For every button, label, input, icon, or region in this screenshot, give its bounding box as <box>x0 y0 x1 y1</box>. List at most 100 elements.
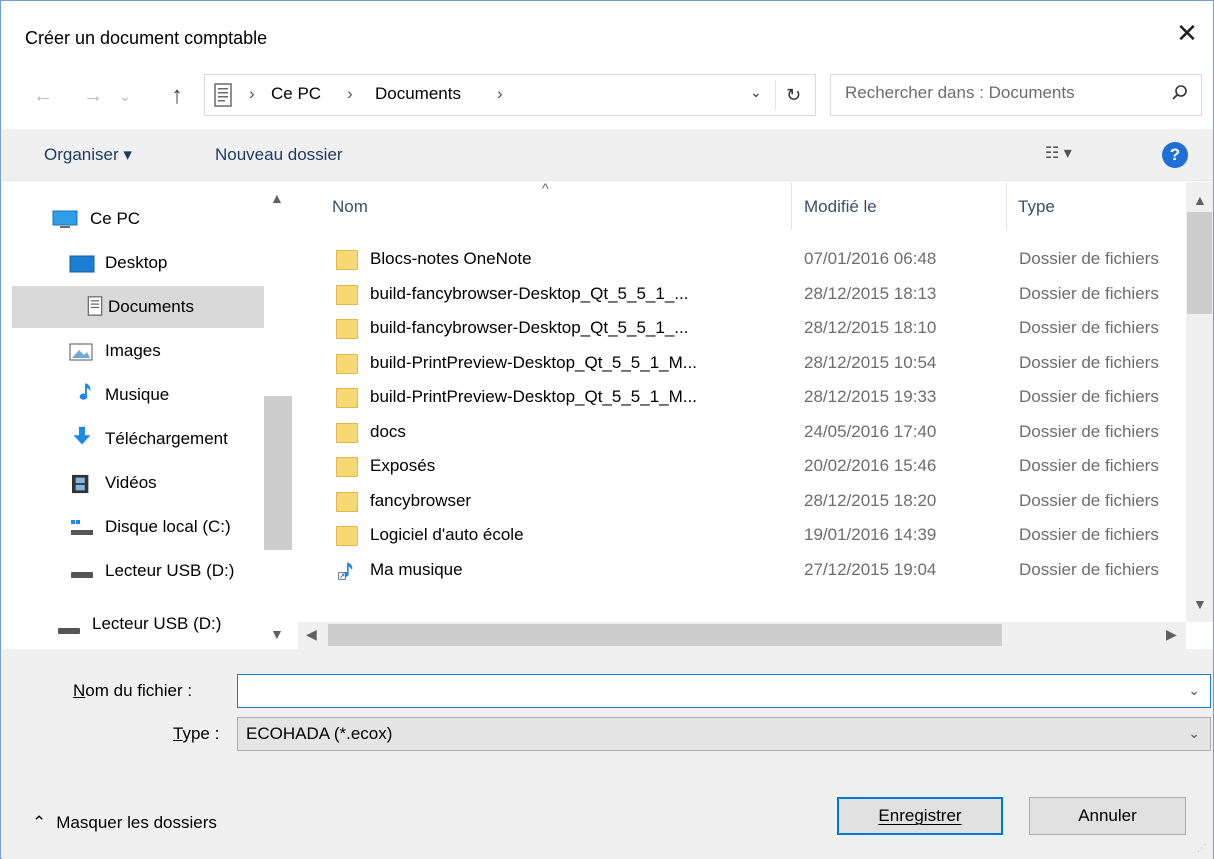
file-type: Dossier de fichiers <box>1019 387 1159 406</box>
up-arrow-icon[interactable]: ↑ <box>163 81 191 111</box>
close-icon[interactable]: ✕ <box>1169 15 1205 51</box>
folder-icon <box>336 457 358 477</box>
folder-icon <box>336 250 358 270</box>
sidebar-item-disque-local[interactable]: Disque local (C:) <box>12 506 264 548</box>
file-list-row[interactable]: build-PrintPreview-Desktop_Qt_5_5_1_M...… <box>328 347 1183 381</box>
file-name: build-fancybrowser-Desktop_Qt_5_5_1_... <box>370 283 689 303</box>
address-dropdown-icon[interactable]: ⌄ <box>750 84 762 101</box>
file-list-row[interactable]: build-fancybrowser-Desktop_Qt_5_5_1_... 2… <box>328 312 1183 346</box>
file-modified-date: 20/02/2016 15:46 <box>804 456 937 475</box>
file-list-row[interactable]: fancybrowser 28/12/2015 18:20 Dossier de f… <box>328 485 1183 519</box>
chevron-up-icon: ⌃ <box>32 813 47 832</box>
breadcrumb-separator: › <box>497 84 503 103</box>
scroll-down-icon[interactable]: ▼ <box>1193 596 1207 612</box>
sidebar-item-desktop[interactable]: Desktop <box>12 242 264 284</box>
column-divider[interactable] <box>791 182 792 230</box>
sidebar-item-documents[interactable]: Documents <box>12 286 264 328</box>
refresh-icon[interactable]: ↻ <box>775 80 811 110</box>
documents-icon <box>214 83 232 107</box>
scrollbar-thumb[interactable] <box>1187 212 1212 314</box>
file-list-row[interactable]: Blocs-notes OneNote 07/01/2016 06:48 Dossi… <box>328 243 1183 277</box>
sidebar-item-telechargement[interactable]: Téléchargement <box>12 418 264 460</box>
recent-locations-chevron-icon[interactable]: ⌄ <box>111 81 139 111</box>
sidebar-item-label: Desktop <box>105 253 168 272</box>
nav-pane-scrollbar[interactable]: ▲ ▼ <box>264 182 292 649</box>
file-modified-date: 28/12/2015 10:54 <box>804 352 937 372</box>
file-list-row[interactable]: build-PrintPreview-Desktop_Qt_5_5_1_M...… <box>328 381 1183 415</box>
help-icon[interactable]: ? <box>1162 142 1188 168</box>
scroll-left-icon[interactable]: ◀ <box>306 626 317 643</box>
file-list-row[interactable]: Logiciel d'auto école 19/01/2016 14:39 Dos… <box>328 519 1183 553</box>
scroll-right-icon[interactable]: ▶ <box>1166 626 1177 643</box>
file-type-select[interactable]: ECOHADA (*.ecox) ⌄ <box>237 717 1211 751</box>
column-header-type[interactable]: Type <box>1018 197 1055 217</box>
file-name: Exposés <box>370 456 436 475</box>
folder-icon <box>336 388 358 408</box>
sidebar-item-label: Vidéos <box>105 473 157 492</box>
file-type: Dossier de fichiers <box>1019 283 1159 303</box>
save-button-label: Enregistrer <box>878 806 962 825</box>
scroll-down-icon[interactable]: ▼ <box>270 626 284 642</box>
file-modified-date: 19/01/2016 14:39 <box>804 525 937 544</box>
music-icon <box>79 383 91 400</box>
file-list-horizontal-scrollbar[interactable]: ◀ ▶ <box>298 622 1186 649</box>
scrollbar-thumb[interactable] <box>264 396 292 550</box>
sidebar-item-musique[interactable]: Musique <box>12 374 264 416</box>
hide-folders-button[interactable]: ⌃ Masquer les dossiers <box>32 813 217 833</box>
search-input[interactable] <box>845 83 1145 103</box>
change-view-icon[interactable]: ☷ ▾ <box>1045 143 1115 167</box>
column-divider[interactable] <box>1006 182 1007 230</box>
folder-icon <box>336 491 358 512</box>
sidebar-item-images[interactable]: Images <box>12 330 264 372</box>
back-arrow-icon[interactable]: ← <box>29 81 57 111</box>
file-list-row[interactable]: docs 24/05/2016 17:40 Dossier de fichiers <box>328 416 1183 450</box>
chevron-down-icon[interactable]: ⌄ <box>1188 725 1200 742</box>
file-list-row[interactable]: build-fancybrowser-Desktop_Qt_5_5_1_... 2… <box>328 278 1183 312</box>
file-modified-date: 28/12/2015 18:10 <box>804 318 937 337</box>
videos-icon <box>72 474 89 494</box>
folder-icon <box>336 422 358 443</box>
new-folder-button[interactable]: Nouveau dossier <box>215 145 343 165</box>
file-type: Dossier de fichiers <box>1019 456 1159 475</box>
column-header-name[interactable]: Nom <box>332 197 368 217</box>
local-disk-icon <box>71 520 93 535</box>
folder-icon <box>336 319 358 339</box>
breadcrumb-separator: › <box>347 84 353 103</box>
file-type: Dossier de fichiers <box>1019 559 1159 579</box>
navigation-pane: Ce PC Desktop Documents Images Musique T… <box>2 182 292 649</box>
search-icon[interactable] <box>1171 84 1189 102</box>
filename-input[interactable] <box>244 681 1164 701</box>
file-list-row[interactable]: Ma musique 27/12/2015 19:04 Dossier de fic… <box>328 554 1183 588</box>
sidebar-item-videos[interactable]: Vidéos <box>12 462 264 504</box>
scroll-up-icon[interactable]: ▲ <box>270 190 284 206</box>
sidebar-item-label: Musique <box>105 385 170 404</box>
file-list-pane: ^ Nom Modifié le Type Blocs-notes OneNot… <box>298 180 1213 649</box>
sidebar-item-ce-pc[interactable]: Ce PC <box>12 198 264 240</box>
file-name: build-PrintPreview-Desktop_Qt_5_5_1_M... <box>370 387 697 406</box>
command-toolbar: Organiser ▾ Nouveau dossier ☷ ▾ ? <box>2 129 1213 181</box>
file-list-row[interactable]: Exposés 20/02/2016 15:46 Dossier de fichie… <box>328 450 1183 484</box>
sidebar-item-label: Disque local (C:) <box>105 517 231 536</box>
resize-grip-icon[interactable]: ⋰ <box>1197 843 1211 857</box>
chevron-down-icon[interactable]: ⌄ <box>1188 682 1200 699</box>
breadcrumb-ce-pc[interactable]: Ce PC <box>271 84 321 104</box>
sidebar-item-usb-drive-root[interactable]: Lecteur USB (D:) <box>12 606 264 648</box>
images-icon <box>69 343 93 361</box>
organize-menu-button[interactable]: Organiser ▾ <box>44 145 132 165</box>
type-label-text: ype : <box>182 724 220 743</box>
file-list-vertical-scrollbar[interactable]: ▲ ▼ <box>1186 182 1213 622</box>
column-header-modified[interactable]: Modifié le <box>804 197 877 217</box>
forward-arrow-icon[interactable]: → <box>79 81 107 111</box>
file-modified-date: 28/12/2015 18:13 <box>804 283 937 303</box>
save-button[interactable]: Enregistrer <box>837 797 1003 835</box>
cancel-button[interactable]: Annuler <box>1029 797 1186 835</box>
breadcrumb-documents[interactable]: Documents <box>375 84 461 104</box>
dialog-title: Créer un document comptable <box>25 28 268 48</box>
file-type: Dossier de fichiers <box>1019 525 1159 544</box>
address-bar[interactable]: › Ce PC › Documents › ⌄ ↻ <box>204 74 816 116</box>
filename-combobox[interactable]: ⌄ <box>237 674 1211 708</box>
scrollbar-thumb[interactable] <box>328 624 1002 646</box>
sidebar-item-usb-drive[interactable]: Lecteur USB (D:) <box>12 550 264 592</box>
scroll-up-icon[interactable]: ▲ <box>1193 192 1207 208</box>
search-box[interactable] <box>830 74 1202 116</box>
